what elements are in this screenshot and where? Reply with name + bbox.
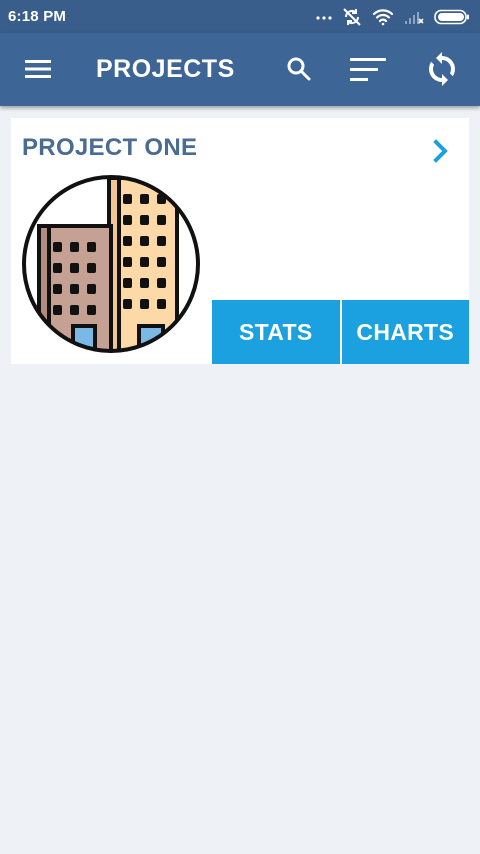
menu-icon[interactable] bbox=[24, 57, 52, 81]
sync-off-icon bbox=[342, 7, 362, 27]
signal-off-icon bbox=[404, 9, 424, 25]
project-card[interactable]: PROJECT ONE STATS CHARTS bbox=[11, 118, 469, 364]
charts-button[interactable]: CHARTS bbox=[339, 300, 469, 364]
page-title: PROJECTS bbox=[96, 55, 235, 83]
wifi-icon bbox=[372, 8, 394, 26]
search-icon[interactable] bbox=[285, 55, 313, 83]
status-icons bbox=[316, 7, 470, 27]
project-name: PROJECT ONE bbox=[22, 134, 198, 161]
app-bar: PROJECTS bbox=[0, 33, 480, 106]
status-time: 6:18 PM bbox=[8, 8, 67, 25]
card-actions: STATS CHARTS bbox=[212, 300, 469, 364]
status-bar: 6:18 PM bbox=[0, 0, 480, 33]
chevron-right-icon[interactable] bbox=[430, 138, 452, 164]
buildings-icon bbox=[21, 174, 201, 354]
stats-button[interactable]: STATS bbox=[212, 300, 340, 364]
sync-icon[interactable] bbox=[424, 51, 460, 87]
sort-icon[interactable] bbox=[349, 55, 387, 85]
battery-icon bbox=[434, 9, 470, 25]
more-dots-icon bbox=[316, 14, 332, 20]
